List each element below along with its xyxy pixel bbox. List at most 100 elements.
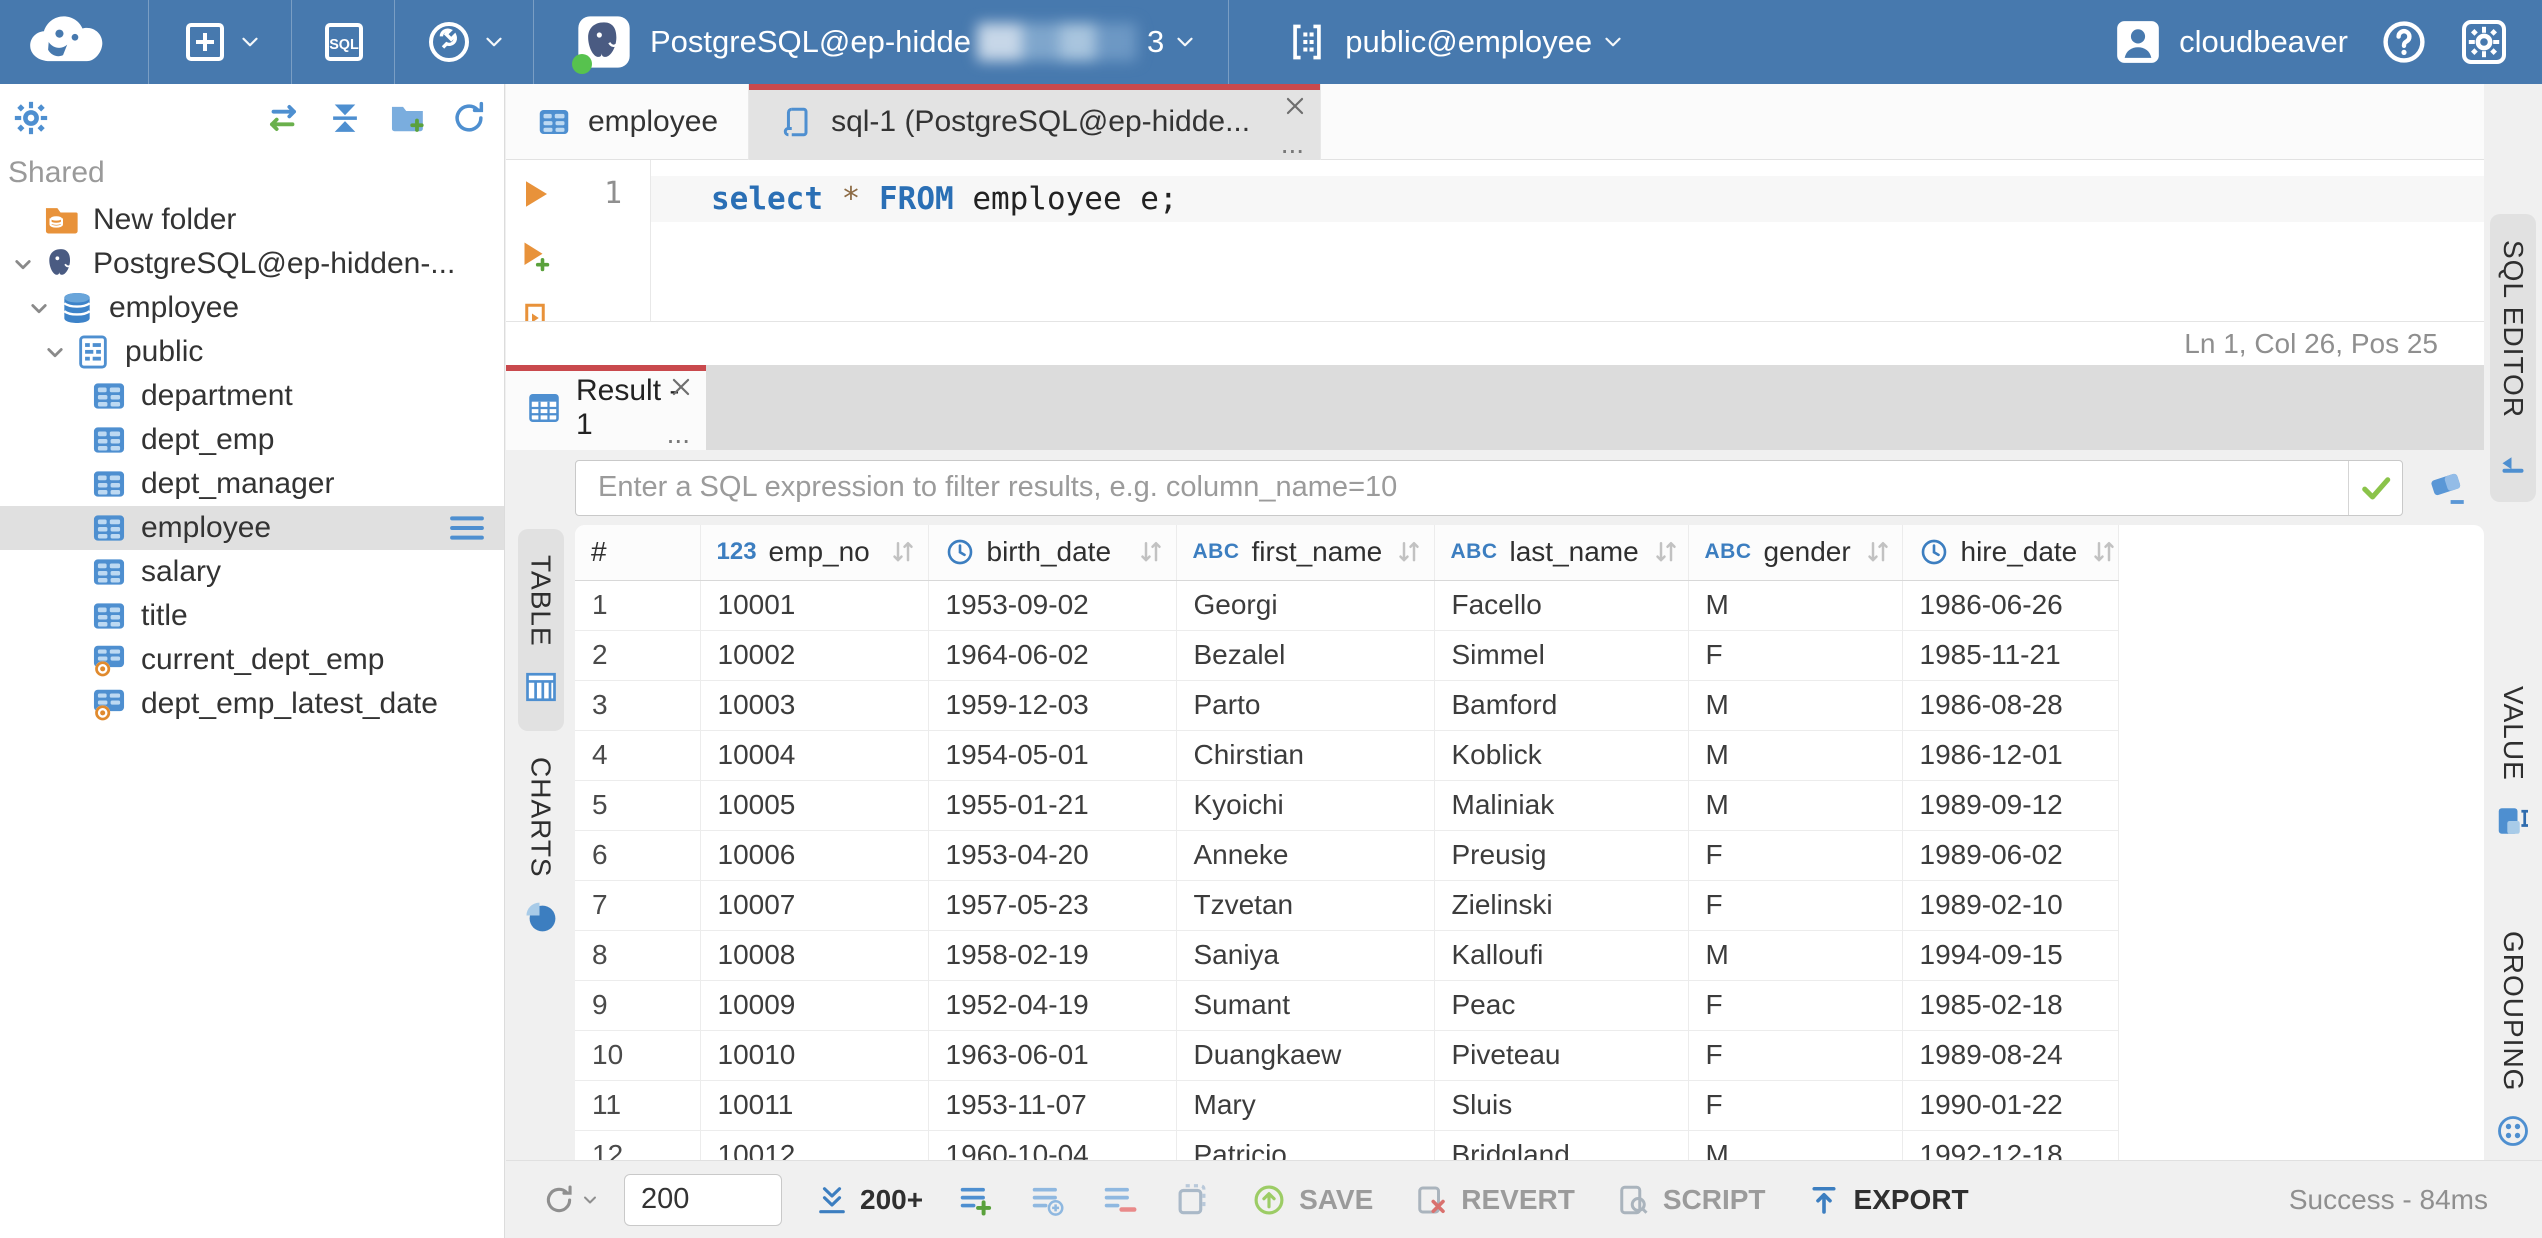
- apply-changes-icon[interactable]: [1173, 1181, 1211, 1219]
- data-cell[interactable]: M: [1688, 730, 1903, 781]
- data-cell[interactable]: 1952-04-19: [928, 980, 1177, 1031]
- data-cell[interactable]: Preusig: [1434, 830, 1689, 881]
- sort-icon[interactable]: [1651, 537, 1681, 567]
- sort-icon[interactable]: [1136, 537, 1166, 567]
- data-cell[interactable]: Simmel: [1434, 630, 1689, 681]
- tree-item-dept-emp[interactable]: dept_emp: [0, 418, 504, 462]
- data-cell[interactable]: 10009: [700, 980, 929, 1031]
- result-tab[interactable]: Result - 1 ...: [506, 365, 706, 450]
- tree-item-new-folder[interactable]: New folder: [0, 198, 504, 242]
- data-cell[interactable]: Georgi: [1176, 580, 1435, 631]
- data-cell[interactable]: 1954-05-01: [928, 730, 1177, 781]
- row-menu-icon[interactable]: [446, 507, 488, 549]
- presentation-tab-charts[interactable]: CHARTS: [518, 731, 564, 962]
- row-number-cell[interactable]: 8: [575, 930, 701, 981]
- data-cell[interactable]: 1986-12-01: [1902, 730, 2119, 781]
- tree-item-salary[interactable]: salary: [0, 550, 504, 594]
- row-number-cell[interactable]: 2: [575, 630, 701, 681]
- row-number-cell[interactable]: 6: [575, 830, 701, 881]
- execute-icon[interactable]: [517, 176, 553, 212]
- data-cell[interactable]: 1960-10-04: [928, 1130, 1177, 1160]
- data-cell[interactable]: 10002: [700, 630, 929, 681]
- data-cell[interactable]: 1985-02-18: [1902, 980, 2119, 1031]
- data-cell[interactable]: Tzvetan: [1176, 880, 1435, 931]
- data-cell[interactable]: F: [1688, 880, 1903, 931]
- data-cell[interactable]: 1953-04-20: [928, 830, 1177, 881]
- sql-statement[interactable]: select * FROM employee e;: [651, 176, 2484, 222]
- column-header-rownum[interactable]: #: [575, 525, 701, 581]
- data-cell[interactable]: 1989-09-12: [1902, 780, 2119, 831]
- data-cell[interactable]: 1986-06-26: [1902, 580, 2119, 631]
- data-cell[interactable]: 10005: [700, 780, 929, 831]
- sidebar-settings-gear-icon[interactable]: [12, 99, 50, 137]
- data-cell[interactable]: 10012: [700, 1130, 929, 1160]
- editor-tab-employee[interactable]: employee: [506, 84, 750, 160]
- save-button[interactable]: SAVE: [1251, 1182, 1373, 1218]
- column-header-last_name[interactable]: ABC last_name: [1434, 525, 1689, 581]
- fetch-more-button[interactable]: 200+: [814, 1182, 923, 1218]
- data-cell[interactable]: 1986-08-28: [1902, 680, 2119, 731]
- data-cell[interactable]: 1953-11-07: [928, 1080, 1177, 1131]
- data-cell[interactable]: 1989-02-10: [1902, 880, 2119, 931]
- data-cell[interactable]: Sluis: [1434, 1080, 1689, 1131]
- add-row-icon[interactable]: [957, 1181, 995, 1219]
- column-header-emp_no[interactable]: 123 emp_no: [700, 525, 929, 581]
- data-cell[interactable]: Koblick: [1434, 730, 1689, 781]
- row-number-cell[interactable]: 11: [575, 1080, 701, 1131]
- add-folder-icon[interactable]: [388, 99, 426, 137]
- data-cell[interactable]: 1955-01-21: [928, 780, 1177, 831]
- data-cell[interactable]: F: [1688, 1080, 1903, 1131]
- user-menu[interactable]: cloudbeaver: [2113, 17, 2348, 67]
- data-cell[interactable]: 1964-06-02: [928, 630, 1177, 681]
- tree-item-public[interactable]: public: [0, 330, 504, 374]
- data-cell[interactable]: Bezalel: [1176, 630, 1435, 681]
- settings-button[interactable]: [2460, 18, 2508, 66]
- data-cell[interactable]: 10003: [700, 680, 929, 731]
- script-button[interactable]: SCRIPT: [1615, 1182, 1766, 1218]
- revert-button[interactable]: REVERT: [1413, 1182, 1575, 1218]
- apply-filter-button[interactable]: [2348, 460, 2402, 515]
- column-header-gender[interactable]: ABC gender: [1688, 525, 1903, 581]
- data-cell[interactable]: 1957-05-23: [928, 880, 1177, 931]
- chevron-down-icon[interactable]: [24, 293, 58, 323]
- tree-item-department[interactable]: department: [0, 374, 504, 418]
- collapse-all-icon[interactable]: [326, 99, 364, 137]
- data-cell[interactable]: F: [1688, 830, 1903, 881]
- data-cell[interactable]: 1963-06-01: [928, 1030, 1177, 1081]
- tree-item-employee[interactable]: employee: [0, 286, 504, 330]
- data-cell[interactable]: F: [1688, 980, 1903, 1031]
- data-cell[interactable]: Anneke: [1176, 830, 1435, 881]
- tree-item-dept-manager[interactable]: dept_manager: [0, 462, 504, 506]
- tab-more-menu[interactable]: ...: [1281, 130, 1304, 158]
- row-number-cell[interactable]: 5: [575, 780, 701, 831]
- presentation-tab-table[interactable]: TABLE: [517, 529, 564, 731]
- data-cell[interactable]: 1953-09-02: [928, 580, 1177, 631]
- data-cell[interactable]: 10006: [700, 830, 929, 881]
- data-cell[interactable]: 10007: [700, 880, 929, 931]
- editor-tab-sql-1[interactable]: sql-1 (PostgreSQL@ep-hidde......: [749, 84, 1322, 160]
- driver-manager-button[interactable]: [425, 18, 507, 66]
- row-number-cell[interactable]: 4: [575, 730, 701, 781]
- row-number-cell[interactable]: 10: [575, 1030, 701, 1081]
- row-number-cell[interactable]: 12: [575, 1130, 701, 1160]
- data-cell[interactable]: Piveteau: [1434, 1030, 1689, 1081]
- data-cell[interactable]: Patricio: [1176, 1130, 1435, 1160]
- sql-editor-side-tab[interactable]: SQL EDITOR: [2490, 214, 2536, 503]
- data-cell[interactable]: Kyoichi: [1176, 780, 1435, 831]
- data-cell[interactable]: 1989-06-02: [1902, 830, 2119, 881]
- data-cell[interactable]: 1985-11-21: [1902, 630, 2119, 681]
- row-number-cell[interactable]: 7: [575, 880, 701, 931]
- data-cell[interactable]: M: [1688, 680, 1903, 731]
- panel-tab-value[interactable]: VALUE: [2490, 660, 2536, 865]
- tree-item-dept-emp-latest-date[interactable]: dept_emp_latest_date: [0, 682, 504, 726]
- row-number-cell[interactable]: 9: [575, 980, 701, 1031]
- data-cell[interactable]: 1990-01-22: [1902, 1080, 2119, 1131]
- row-number-cell[interactable]: 1: [575, 580, 701, 631]
- row-number-cell[interactable]: 3: [575, 680, 701, 731]
- tree-item-title[interactable]: title: [0, 594, 504, 638]
- data-cell[interactable]: 10008: [700, 930, 929, 981]
- tree-item-current-dept-emp[interactable]: current_dept_emp: [0, 638, 504, 682]
- chevron-down-icon[interactable]: [40, 337, 74, 367]
- refresh-results-button[interactable]: [542, 1183, 600, 1217]
- data-cell[interactable]: 1959-12-03: [928, 680, 1177, 731]
